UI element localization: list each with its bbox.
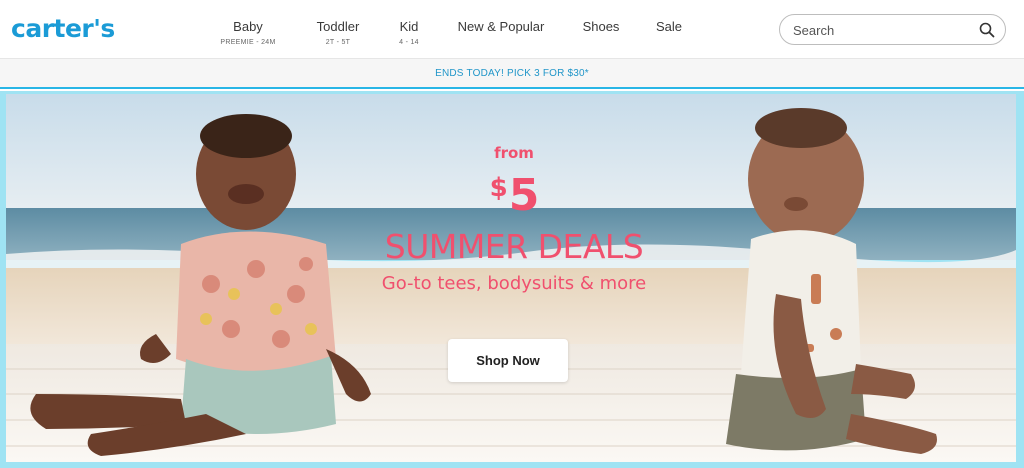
price-text: $5 [364, 164, 664, 220]
search-input[interactable] [793, 22, 963, 38]
from-label: from [494, 144, 534, 162]
nav-label: Baby [233, 19, 263, 34]
nav-item-toddler[interactable]: Toddler 2T - 5T [307, 19, 369, 48]
nav-label: Shoes [582, 19, 620, 34]
price-currency: $ [489, 173, 508, 203]
search-icon[interactable] [979, 22, 995, 38]
hero-banner: from $5 SUMMER DEALS Go-to tees, bodysui… [0, 91, 1024, 468]
hero-copy: from $5 SUMMER DEALS Go-to tees, bodysui… [364, 144, 664, 295]
carters-logo[interactable]: carter's [11, 14, 115, 43]
search-box [779, 14, 1006, 45]
promo-bar[interactable]: ENDS TODAY! PICK 3 FOR $30* [0, 58, 1024, 89]
nav-item-kid[interactable]: Kid 4 - 14 [388, 19, 430, 48]
hero-headline: SUMMER DEALS [384, 227, 644, 266]
hero-tagline: Go-to tees, bodysuits & more [381, 273, 647, 294]
nav-label: Toddler [316, 19, 360, 34]
nav-sublabel: 4 - 14 [399, 39, 419, 46]
nav-item-new-popular[interactable]: New & Popular [452, 19, 550, 35]
promo-text: ENDS TODAY! PICK 3 FOR $30* [435, 68, 589, 79]
shop-now-button[interactable]: Shop Now [448, 339, 568, 382]
hero-image-frame: from $5 SUMMER DEALS Go-to tees, bodysui… [6, 94, 1016, 462]
nav-sublabel: 2T - 5T [325, 39, 351, 46]
site-header: carter's Baby PREEMIE - 24M Toddler 2T -… [0, 0, 1024, 58]
nav-label: Sale [655, 19, 683, 34]
nav-label: New & Popular [457, 19, 545, 34]
nav-item-shoes[interactable]: Shoes [576, 19, 626, 35]
price-value: 5 [508, 170, 540, 221]
nav-item-sale[interactable]: Sale [649, 19, 689, 35]
nav-sublabel: PREEMIE - 24M [220, 39, 276, 46]
nav-item-baby[interactable]: Baby PREEMIE - 24M [214, 19, 282, 48]
nav-label: Kid [399, 19, 419, 34]
